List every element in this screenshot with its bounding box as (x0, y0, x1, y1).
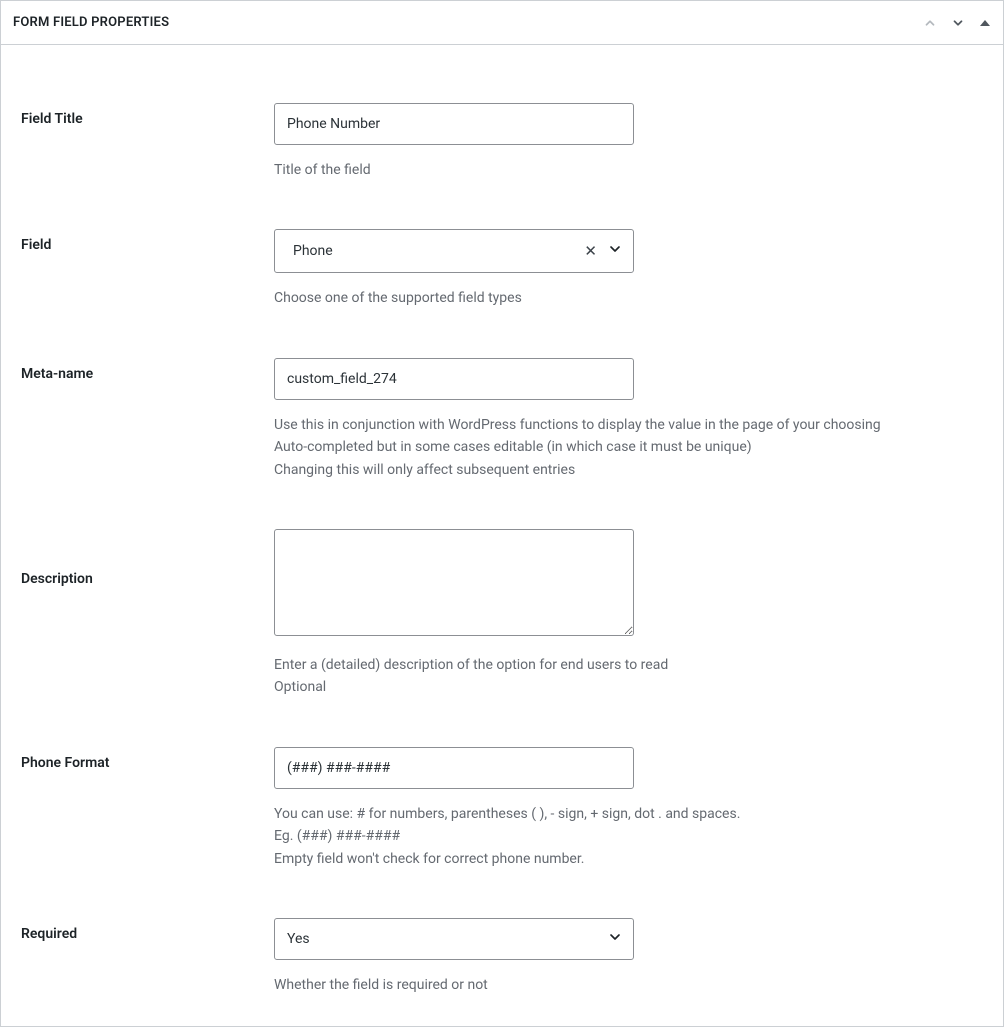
panel-body: Field Title Title of the field Field Pho… (1, 45, 1003, 1026)
help-phone-format-line2: Eg. (###) ###-#### (274, 825, 983, 847)
help-phone-format-line1: You can use: # for numbers, parentheses … (274, 803, 983, 825)
row-field-title: Field Title Title of the field (21, 103, 983, 181)
row-meta-name: Meta-name Use this in conjunction with W… (21, 358, 983, 481)
chevron-down-icon (607, 929, 623, 949)
help-meta-name-line2: Auto-completed but in some cases editabl… (274, 436, 983, 458)
help-description-line1: Enter a (detailed) description of the op… (274, 654, 983, 676)
move-up-icon[interactable] (923, 16, 937, 30)
row-field-type: Field Phone ✕ Choose one of the supporte… (21, 229, 983, 309)
help-field-type: Choose one of the supported field types (274, 287, 983, 309)
description-textarea[interactable] (274, 529, 634, 636)
label-field-title: Field Title (21, 103, 274, 127)
form-field-properties-panel: FORM FIELD PROPERTIES Field Title Title … (0, 0, 1004, 1027)
collapse-toggle-icon[interactable] (979, 17, 991, 29)
row-required: Required Yes Whether the field is requir… (21, 918, 983, 996)
help-phone-format: You can use: # for numbers, parentheses … (274, 803, 983, 870)
help-description: Enter a (detailed) description of the op… (274, 654, 983, 699)
help-phone-format-line3: Empty field won't check for correct phon… (274, 848, 983, 870)
help-meta-name-line3: Changing this will only affect subsequen… (274, 459, 983, 481)
move-down-icon[interactable] (951, 16, 965, 30)
label-description: Description (21, 529, 274, 587)
help-description-line2: Optional (274, 676, 983, 698)
help-required: Whether the field is required or not (274, 974, 983, 996)
clear-selection-icon[interactable]: ✕ (584, 244, 597, 259)
row-description: Description Enter a (detailed) descripti… (21, 529, 983, 699)
phone-format-input[interactable] (274, 747, 634, 789)
field-title-input[interactable] (274, 103, 634, 145)
chevron-down-icon (607, 241, 623, 261)
label-phone-format: Phone Format (21, 747, 274, 771)
panel-header: FORM FIELD PROPERTIES (1, 1, 1003, 45)
required-selected-value: Yes (287, 931, 310, 947)
field-type-select[interactable]: Phone ✕ (274, 229, 634, 273)
help-meta-name: Use this in conjunction with WordPress f… (274, 414, 983, 481)
label-required: Required (21, 918, 274, 942)
help-meta-name-line1: Use this in conjunction with WordPress f… (274, 414, 983, 436)
label-meta-name: Meta-name (21, 358, 274, 382)
help-field-title: Title of the field (274, 159, 983, 181)
required-select[interactable]: Yes (274, 918, 634, 960)
row-phone-format: Phone Format You can use: # for numbers,… (21, 747, 983, 870)
panel-title: FORM FIELD PROPERTIES (13, 15, 169, 30)
label-field-type: Field (21, 229, 274, 253)
field-type-selected-value: Phone (293, 243, 333, 259)
panel-controls (923, 16, 991, 30)
meta-name-input[interactable] (274, 358, 634, 400)
